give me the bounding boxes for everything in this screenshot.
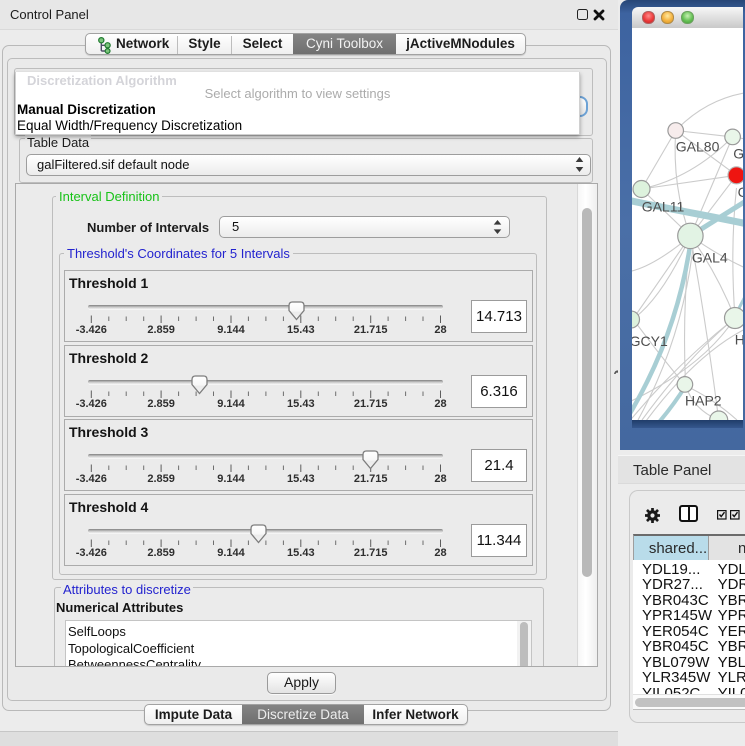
svg-text:C: C [738, 184, 743, 200]
svg-text:H: H [735, 332, 743, 348]
svg-text:GAL80: GAL80 [676, 139, 720, 155]
svg-text:GA: GA [733, 146, 743, 162]
svg-text:GAL4: GAL4 [692, 250, 728, 266]
svg-text:GCY1: GCY1 [632, 333, 668, 349]
svg-text:GAL11: GAL11 [642, 198, 685, 214]
svg-text:HAP2: HAP2 [685, 393, 722, 409]
